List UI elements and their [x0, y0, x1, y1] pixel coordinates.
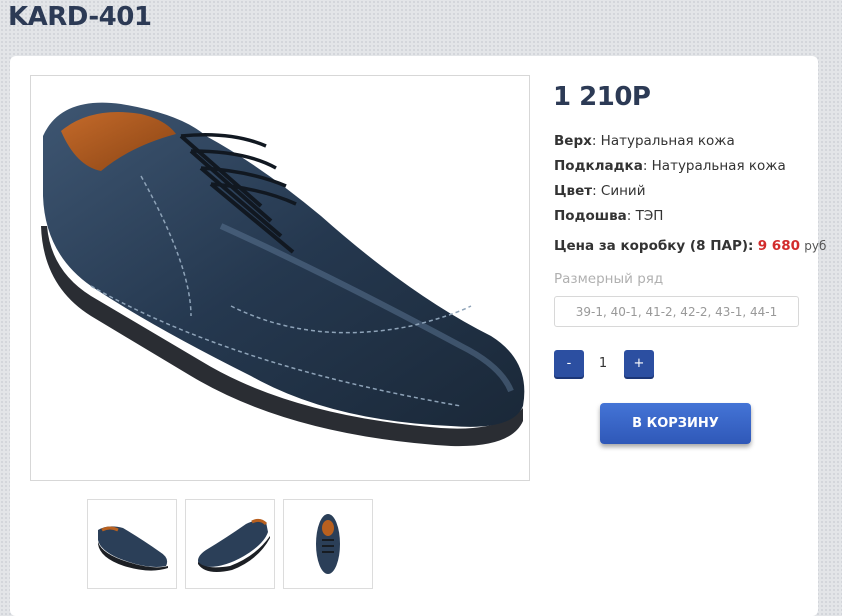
page-title: KARD-401	[8, 2, 152, 32]
thumbnail-3[interactable]	[283, 499, 373, 589]
quantity-plus-button[interactable]: +	[624, 350, 654, 377]
attr-value: : ТЭП	[626, 208, 664, 224]
main-product-image[interactable]	[30, 75, 530, 481]
attr-label: Цвет	[554, 183, 593, 199]
shoe-image	[41, 102, 525, 447]
attr-value: : Натуральная кожа	[591, 133, 735, 149]
thumbnail-1[interactable]	[87, 499, 177, 589]
quantity-input[interactable]: 1	[588, 350, 618, 377]
attr-upper: Верх: Натуральная кожа	[554, 133, 735, 149]
attr-label: Верх	[554, 133, 592, 149]
attr-value: : Синий	[592, 183, 646, 199]
shoe-thumbnail-icon	[198, 518, 270, 572]
size-row-label: Размерный ряд	[554, 271, 664, 287]
box-price-label: Цена за коробку (8 ПАР):	[554, 238, 754, 254]
product-price: 1 210Р	[553, 82, 651, 112]
attr-color: Цвет: Синий	[554, 183, 645, 199]
add-to-cart-button[interactable]: В КОРЗИНУ	[600, 403, 751, 444]
attr-label: Подошва	[554, 208, 627, 224]
shoe-thumbnail-icon	[316, 514, 340, 574]
attr-lining: Подкладка: Натуральная кожа	[554, 158, 786, 174]
size-row-select[interactable]: 39-1, 40-1, 41-2, 42-2, 43-1, 44-1	[554, 296, 799, 327]
quantity-minus-button[interactable]: -	[554, 350, 584, 377]
attr-value: : Натуральная кожа	[642, 158, 786, 174]
box-price-currency: руб	[804, 239, 827, 253]
box-price-value: 9 680	[757, 238, 800, 254]
attr-sole: Подошва: ТЭП	[554, 208, 663, 224]
attr-label: Подкладка	[554, 158, 643, 174]
size-row-value: 39-1, 40-1, 41-2, 42-2, 43-1, 44-1	[575, 304, 778, 319]
box-price: Цена за коробку (8 ПАР): 9 680 руб	[554, 238, 826, 254]
shoe-thumbnail-icon	[98, 526, 168, 571]
thumbnail-2[interactable]	[185, 499, 275, 589]
